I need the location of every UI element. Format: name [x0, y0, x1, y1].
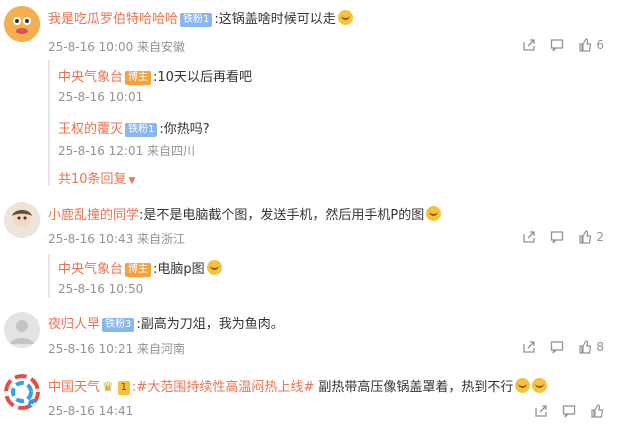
comment-actions: 2	[522, 230, 604, 244]
comment-text: :这锅盖啥时候可以走	[214, 12, 336, 27]
hot-emoji-icon	[515, 378, 531, 393]
fan-badge[interactable]: 铁粉1	[125, 123, 158, 137]
like-button[interactable]	[590, 404, 604, 418]
reply-text-line: 王权的覆灭 铁粉1:你热吗?	[58, 118, 210, 137]
reply-meta: 25-8-16 10:01	[58, 90, 144, 104]
like-count: 8	[596, 340, 604, 354]
cat-emoji-icon	[206, 260, 222, 275]
reply-box: 中央气象台 博主:电脑p图 25-8-16 10:50	[48, 254, 590, 298]
hashtag-link[interactable]: :#大范围持续性高温闷热上线#	[132, 380, 314, 395]
comment-text-line: 小鹿乱撞的同学:是不是电脑截个图，发送手机，然后用手机P的图	[48, 206, 442, 225]
avatar[interactable]	[4, 202, 40, 238]
more-replies-label: 共10条回复	[58, 172, 127, 187]
reply-text: :你热吗?	[159, 122, 210, 137]
comment-actions: 6	[522, 38, 604, 52]
reply-button[interactable]	[550, 230, 564, 244]
share-icon	[523, 341, 536, 353]
like-count: 2	[596, 230, 604, 244]
share-button[interactable]	[534, 404, 548, 418]
comment-icon	[551, 39, 564, 52]
share-button[interactable]	[522, 340, 536, 354]
username[interactable]: 中国天气	[48, 380, 100, 395]
comment-text-line: 中国天气 ♛ 1:#大范围持续性高温闷热上线# 副热带高压像锅盖罩着，热到不行	[48, 378, 548, 397]
reply-text: :电脑p图	[153, 262, 205, 277]
username[interactable]: 中央气象台	[58, 70, 123, 85]
comment-actions	[534, 404, 604, 418]
reply-meta: 25-8-16 10:50	[58, 282, 144, 296]
share-icon	[523, 39, 536, 51]
reply-meta: 25-8-16 12:01 来自四川	[58, 144, 196, 158]
username[interactable]: 夜归人早	[48, 317, 100, 332]
comment-text: :副高为刀俎，我为鱼肉。	[136, 317, 284, 332]
grin-emoji-icon	[337, 10, 353, 25]
avatar[interactable]	[4, 312, 40, 348]
reply-text-line: 中央气象台 博主:电脑p图	[58, 258, 222, 277]
comment-icon	[551, 341, 564, 354]
reply-text-line: 中央气象台 博主:10天以后再看吧	[58, 66, 252, 85]
comment-meta: 25-8-16 10:00 来自安徽	[48, 40, 186, 54]
thumbs-up-icon	[579, 340, 592, 354]
reply-button[interactable]	[562, 404, 576, 418]
share-button[interactable]	[522, 230, 536, 244]
share-icon	[535, 405, 547, 417]
vip-badge: 1	[117, 381, 131, 395]
like-button[interactable]: 8	[578, 340, 604, 354]
comment-icon	[562, 405, 576, 418]
fan-badge[interactable]: 铁粉1	[180, 13, 213, 27]
blogger-badge: 博主	[125, 263, 152, 277]
username[interactable]: 小鹿乱撞的同学	[48, 208, 139, 223]
comment-meta: 25-8-16 10:43 来自浙江	[48, 232, 186, 246]
crown-icon: ♛	[102, 380, 114, 395]
reply-box: 中央气象台 博主:10天以后再看吧 25-8-16 10:01 王权的覆灭 铁粉1:…	[48, 60, 590, 187]
comment-icon	[551, 231, 564, 244]
like-button[interactable]: 2	[578, 230, 604, 244]
avatar[interactable]	[4, 6, 40, 42]
comment-text: :是不是电脑截个图，发送手机，然后用手机P的图	[139, 208, 425, 223]
thumbs-up-icon	[579, 230, 592, 244]
reply-button[interactable]	[550, 38, 564, 52]
like-count: 6	[596, 38, 604, 52]
thumbs-up-icon	[591, 404, 604, 418]
comment-text-line: 我是吃瓜罗伯特哈哈哈 铁粉1:这锅盖啥时候可以走	[48, 10, 353, 29]
caret-down-icon: ▼	[128, 176, 136, 186]
hot-emoji-icon	[532, 378, 548, 393]
share-icon	[523, 231, 536, 243]
blogger-badge: 博主	[125, 71, 152, 85]
comment-text-line: 夜归人早 铁粉3:副高为刀俎，我为鱼肉。	[48, 316, 284, 334]
comment-actions: 8	[522, 340, 604, 354]
like-button[interactable]: 6	[578, 38, 604, 52]
comment-meta: 25-8-16 10:21 来自河南	[48, 342, 186, 356]
comment-meta: 25-8-16 14:41	[48, 404, 134, 418]
grin-emoji-icon	[426, 206, 442, 221]
reply-text: :10天以后再看吧	[153, 70, 252, 85]
avatar[interactable]	[4, 374, 40, 410]
username[interactable]: 我是吃瓜罗伯特哈哈哈	[48, 12, 178, 27]
thumbs-up-icon	[579, 38, 592, 52]
share-button[interactable]	[522, 38, 536, 52]
username[interactable]: 王权的覆灭	[58, 122, 123, 137]
comment-text: 副热带高压像锅盖罩着，热到不行	[314, 380, 514, 395]
username[interactable]: 中央气象台	[58, 262, 123, 277]
reply-button[interactable]	[550, 340, 564, 354]
fan-badge[interactable]: 铁粉3	[102, 318, 135, 332]
more-replies-link[interactable]: 共10条回复 ▼	[58, 168, 135, 187]
